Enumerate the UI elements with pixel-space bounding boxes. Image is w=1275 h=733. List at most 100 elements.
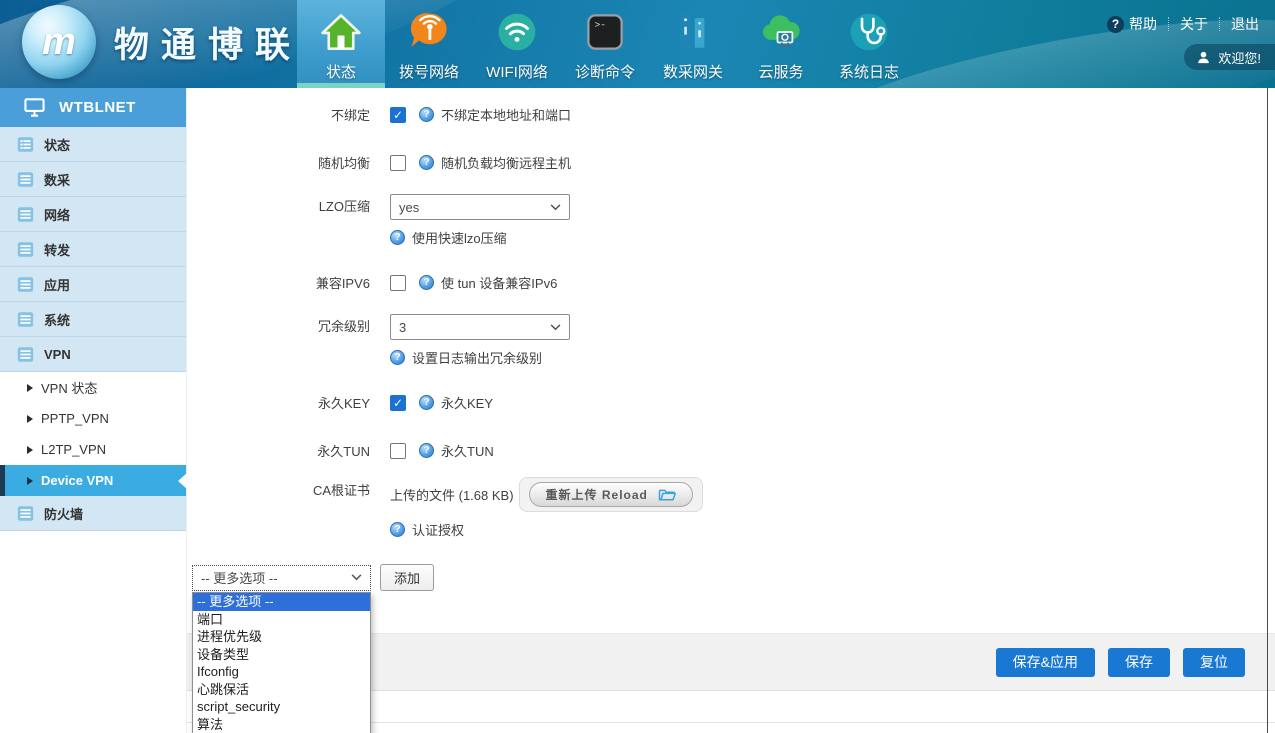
sidebar-item-forwarding[interactable]: 转发 bbox=[0, 232, 186, 267]
dropdown-option[interactable]: Ifconfig bbox=[193, 663, 370, 681]
form-row-verbosity: 冗余级别 3 ? 设置日志输出冗余级别 bbox=[187, 314, 1275, 367]
list-icon bbox=[17, 136, 34, 153]
sidebar-item-status[interactable]: 状态 bbox=[0, 127, 186, 162]
dropdown-option[interactable]: 进程优先级 bbox=[193, 628, 370, 646]
field-help: 随机负载均衡远程主机 bbox=[441, 153, 571, 172]
list-icon bbox=[17, 241, 34, 258]
field-help: 不绑定本地地址和端口 bbox=[441, 105, 571, 124]
form-row-ipv6: 兼容IPV6 ? 使 tun 设备兼容IPv6 bbox=[187, 273, 1275, 292]
field-label: 冗余级别 bbox=[187, 314, 370, 340]
tab-wifi-network[interactable]: WIFI网络 bbox=[473, 0, 561, 88]
user-icon bbox=[1196, 50, 1211, 65]
arrow-right-icon bbox=[27, 446, 33, 454]
list-icon bbox=[17, 346, 34, 363]
sidebar-item-label: 状态 bbox=[44, 135, 70, 154]
sidebar-item-application[interactable]: 应用 bbox=[0, 267, 186, 302]
sidebar-subitem-pptp-vpn[interactable]: PPTP_VPN bbox=[0, 403, 186, 434]
field-help: 使用快速lzo压缩 bbox=[412, 228, 507, 247]
welcome-text: 欢迎您! bbox=[1218, 48, 1261, 67]
logout-link[interactable]: 退出 bbox=[1231, 14, 1259, 34]
tab-cloud-service[interactable]: 云服务 bbox=[737, 0, 825, 88]
unbind-checkbox[interactable]: ✓ bbox=[390, 107, 406, 123]
folder-icon bbox=[658, 487, 676, 502]
field-help: 永久KEY bbox=[441, 393, 493, 412]
about-link[interactable]: 关于 bbox=[1180, 14, 1208, 34]
terminal-icon: >- bbox=[582, 9, 628, 55]
more-options-value: -- 更多选项 -- bbox=[201, 568, 351, 587]
sidebar-item-network[interactable]: 网络 bbox=[0, 197, 186, 232]
sidebar-item-label: 数采 bbox=[44, 170, 70, 189]
tab-status[interactable]: 状态 bbox=[297, 0, 385, 88]
more-options-dropdown: -- 更多选项 -- 端口 进程优先级 设备类型 Ifconfig 心跳保活 s… bbox=[192, 592, 371, 733]
dropdown-option[interactable]: 算法 bbox=[193, 716, 370, 733]
lzo-select-value: yes bbox=[399, 200, 550, 215]
help-icon: ? bbox=[419, 395, 434, 410]
field-label: LZO压缩 bbox=[187, 194, 370, 220]
tab-label: 诊断命令 bbox=[575, 61, 635, 82]
chevron-down-icon bbox=[550, 324, 561, 331]
window-edge-line bbox=[1267, 88, 1268, 733]
field-help: 设置日志输出冗余级别 bbox=[412, 348, 542, 367]
sidebar-subitem-l2tp-vpn[interactable]: L2TP_VPN bbox=[0, 434, 186, 465]
help-badge-icon: ? bbox=[1107, 16, 1124, 33]
help-icon: ? bbox=[390, 230, 405, 245]
more-options-select[interactable]: -- 更多选项 -- bbox=[192, 565, 371, 591]
form-row-persist-tun: 永久TUN ? 永久TUN bbox=[187, 441, 1275, 460]
sidebar-title: WTBLNET bbox=[59, 99, 136, 116]
random-balance-checkbox[interactable] bbox=[390, 155, 406, 171]
sidebar-item-data-collect[interactable]: 数采 bbox=[0, 162, 186, 197]
sidebar-item-vpn[interactable]: VPN bbox=[0, 337, 186, 372]
sidebar-item-firewall[interactable]: 防火墙 bbox=[0, 496, 186, 531]
uploaded-file-info: 上传的文件 (1.68 KB) bbox=[390, 485, 514, 504]
help-icon: ? bbox=[390, 522, 405, 537]
reset-button[interactable]: 复位 bbox=[1183, 648, 1245, 677]
tab-dial-network[interactable]: 拨号网络 bbox=[385, 0, 473, 88]
sidebar-subitem-label: PPTP_VPN bbox=[41, 411, 109, 426]
verbosity-select[interactable]: 3 bbox=[390, 314, 570, 340]
sidebar-header: WTBLNET bbox=[0, 88, 186, 127]
tab-system-log[interactable]: 系统日志 bbox=[825, 0, 913, 88]
gateway-icon bbox=[670, 9, 716, 55]
field-label: 兼容IPV6 bbox=[187, 273, 370, 292]
logo: m 物通博联 bbox=[22, 5, 302, 79]
tab-diagnostic-command[interactable]: >- 诊断命令 bbox=[561, 0, 649, 88]
add-button[interactable]: 添加 bbox=[380, 564, 434, 591]
tab-label: WIFI网络 bbox=[486, 61, 548, 82]
sidebar-item-label: VPN bbox=[44, 347, 71, 362]
help-icon: ? bbox=[390, 350, 405, 365]
reload-upload-button[interactable]: 重新上传 Reload bbox=[529, 482, 693, 507]
help-icon: ? bbox=[419, 275, 434, 290]
tab-label: 拨号网络 bbox=[399, 61, 459, 82]
main-content: 不绑定 ✓ ? 不绑定本地地址和端口 随机均衡 ? 随机负载均衡远程主机 LZO… bbox=[187, 88, 1275, 733]
tab-data-gateway[interactable]: 数采网关 bbox=[649, 0, 737, 88]
svg-text:>-: >- bbox=[595, 20, 607, 31]
verbosity-select-value: 3 bbox=[399, 320, 550, 335]
arrow-right-icon bbox=[27, 477, 33, 485]
help-link[interactable]: 帮助 bbox=[1129, 14, 1157, 34]
sidebar-item-label: 网络 bbox=[44, 205, 70, 224]
save-apply-button[interactable]: 保存&应用 bbox=[996, 648, 1095, 677]
sidebar-item-label: 系统 bbox=[44, 310, 70, 329]
chevron-down-icon bbox=[351, 574, 362, 581]
dropdown-option[interactable]: 端口 bbox=[193, 611, 370, 629]
save-button[interactable]: 保存 bbox=[1108, 648, 1170, 677]
dropdown-option[interactable]: 设备类型 bbox=[193, 646, 370, 664]
lzo-select[interactable]: yes bbox=[390, 194, 570, 220]
sidebar-subitem-vpn-status[interactable]: VPN 状态 bbox=[0, 372, 186, 403]
arrow-right-icon bbox=[27, 415, 33, 423]
form-row-unbind: 不绑定 ✓ ? 不绑定本地地址和端口 bbox=[187, 105, 1275, 124]
tab-label: 云服务 bbox=[758, 61, 803, 82]
sidebar-subitem-device-vpn[interactable]: Device VPN bbox=[0, 465, 186, 496]
ipv6-checkbox[interactable] bbox=[390, 275, 406, 291]
persist-key-checkbox[interactable]: ✓ bbox=[390, 395, 406, 411]
dropdown-option[interactable]: -- 更多选项 -- bbox=[193, 593, 370, 611]
persist-tun-checkbox[interactable] bbox=[390, 443, 406, 459]
dropdown-option[interactable]: 心跳保活 bbox=[193, 681, 370, 699]
sidebar-subitem-label: VPN 状态 bbox=[41, 378, 97, 397]
field-label: CA根证书 bbox=[187, 477, 370, 499]
sidebar-item-system[interactable]: 系统 bbox=[0, 302, 186, 337]
header-links: ? 帮助 关于 退出 bbox=[1107, 14, 1259, 34]
dropdown-option[interactable]: script_security bbox=[193, 698, 370, 716]
sidebar: WTBLNET 状态 数采 网络 转发 应用 系统 VPN VPN 状态 PPT… bbox=[0, 88, 187, 733]
tab-label: 系统日志 bbox=[839, 61, 899, 82]
